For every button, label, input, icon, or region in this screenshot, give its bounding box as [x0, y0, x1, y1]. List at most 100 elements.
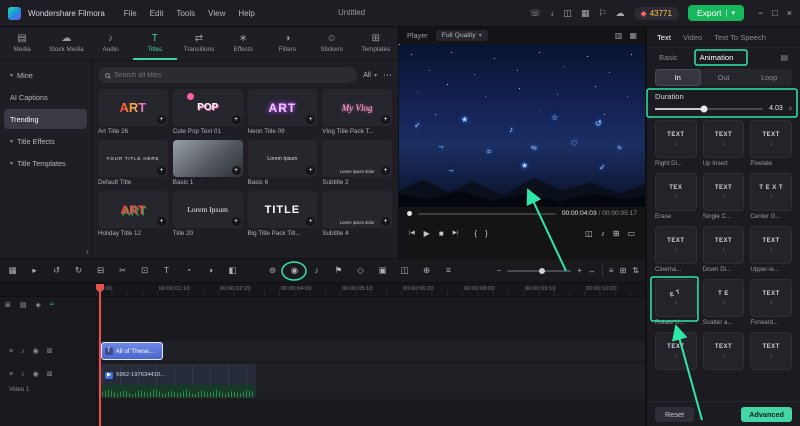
menu-help[interactable]: Help	[238, 9, 254, 18]
tab-templates[interactable]: ⊞ Templates	[354, 27, 398, 60]
sidebar-item-trending[interactable]: Trending	[4, 109, 87, 129]
minimize-button[interactable]: −	[758, 8, 763, 18]
title-item[interactable]: Lorem ipsum dolor + Subtitle 2	[322, 140, 392, 186]
aspect-ratio-icon[interactable]: ▭	[627, 229, 635, 238]
add-to-timeline-button[interactable]: +	[381, 217, 390, 226]
motion-track-icon[interactable]: ⊕	[420, 266, 433, 275]
keyframe-icon[interactable]: ◇	[354, 266, 367, 275]
seek-bar[interactable]	[418, 212, 556, 215]
title-item[interactable]: Lorem Ipsum + Basic 6	[247, 140, 318, 186]
display-settings-icon[interactable]: ▥	[615, 31, 623, 40]
menu-view[interactable]: View	[208, 9, 225, 18]
add-to-timeline-button[interactable]: +	[156, 166, 166, 175]
tab-stickers[interactable]: ☺ Stickers	[310, 27, 354, 60]
delete-icon[interactable]: ⊟	[94, 266, 107, 275]
previous-frame-button[interactable]: |◀	[409, 230, 415, 236]
marker-icon[interactable]: ⚑	[332, 266, 345, 275]
tab-titles[interactable]: T Titles	[133, 27, 177, 60]
menu-tools[interactable]: Tools	[176, 9, 195, 18]
export-caret-icon[interactable]: ▾	[725, 9, 735, 17]
tab-filters[interactable]: ◑ Filters	[265, 27, 309, 60]
mark-in-button[interactable]: {	[474, 229, 477, 238]
add-track-icon[interactable]: ⊞	[5, 301, 11, 309]
voiceover-icon[interactable]: ♪	[310, 266, 323, 275]
preset-item[interactable]: TEXT ↓	[702, 332, 745, 372]
menu-file[interactable]: File	[124, 9, 137, 18]
maximize-button[interactable]: □	[772, 8, 777, 18]
download-icon[interactable]: ↓	[550, 8, 555, 18]
preset-single-c[interactable]: TEXT ↓ Single C...	[702, 173, 745, 220]
list-view-icon[interactable]: ≡	[609, 266, 614, 275]
sidebar-item-mine[interactable]: ▾ Mine	[4, 65, 87, 85]
tab-text-to-speech[interactable]: Text To Speech	[714, 33, 766, 42]
search-box[interactable]	[98, 67, 358, 83]
preset-forward[interactable]: TEXT ↓ Forward...	[750, 279, 792, 326]
audio-mixer-icon[interactable]: ≡	[442, 266, 455, 275]
tab-video[interactable]: Video	[683, 33, 702, 42]
menu-edit[interactable]: Edit	[150, 9, 164, 18]
preset-upper-left[interactable]: TEXT ↓ Upper-le...	[750, 226, 792, 273]
undo-icon[interactable]: ↺	[50, 266, 63, 275]
track-height-icon[interactable]: ⇅	[632, 266, 639, 275]
filter-dropdown[interactable]: All ▾	[363, 72, 377, 79]
zoom-slider-thumb[interactable]	[539, 267, 546, 274]
preset-erase[interactable]: TEX ↓ Erase	[655, 173, 697, 220]
more-options-icon[interactable]: ⋯	[383, 70, 392, 81]
preset-rotate-up[interactable]: E T ↓ Rotate U...	[655, 279, 697, 326]
add-to-timeline-button[interactable]: +	[306, 166, 316, 175]
preset-item[interactable]: TEXT ↓	[655, 332, 697, 372]
zoom-out-icon[interactable]: −	[497, 266, 502, 275]
mask-icon[interactable]: ◧	[226, 266, 239, 275]
advanced-button[interactable]: Advanced	[741, 406, 792, 422]
mute-icon[interactable]: ♪	[21, 371, 25, 378]
text-clip[interactable]: T All of These...	[101, 342, 163, 360]
mute-icon[interactable]: ♪	[21, 348, 25, 355]
preset-down-dissolve[interactable]: TEXT ↓ Down Di...	[702, 226, 745, 273]
tab-effects[interactable]: ∗ Effects	[221, 27, 265, 60]
mark-out-button[interactable]: }	[485, 229, 488, 238]
display-grid-icon[interactable]: ▦	[629, 31, 637, 40]
crop-icon[interactable]: ⊡	[138, 266, 151, 275]
duration-value[interactable]: 4.03	[769, 105, 783, 112]
export-button[interactable]: Export ▾	[687, 5, 745, 21]
add-to-timeline-button[interactable]: +	[381, 115, 390, 124]
preset-scatter[interactable]: T E ↓ Scatter a...	[702, 279, 745, 326]
title-item[interactable]: Lorem ipsum dolor + Subtitle 4	[322, 191, 392, 237]
add-to-timeline-button[interactable]: +	[381, 166, 390, 175]
quality-dropdown[interactable]: Full Quality ▾	[435, 30, 488, 41]
sidebar-item-title-templates[interactable]: ▾ Title Templates	[4, 153, 87, 173]
panel-collapse-icon[interactable]: ‹	[86, 247, 89, 256]
anim-tab-out[interactable]: Out	[701, 69, 747, 86]
contact-icon[interactable]: ☏	[530, 8, 541, 18]
tab-transitions[interactable]: ⇄ Transitions	[177, 27, 221, 60]
subtab-animation[interactable]: Animation	[700, 53, 734, 62]
visibility-icon[interactable]: ◉	[33, 370, 39, 378]
close-button[interactable]: ×	[787, 8, 792, 18]
track-menu-icon[interactable]: ≡	[9, 348, 13, 355]
redo-icon[interactable]: ↻	[72, 266, 85, 275]
sidebar-item-title-effects[interactable]: ▾ Title Effects	[4, 131, 87, 151]
quick-text-icon[interactable]: T	[160, 266, 173, 275]
title-item[interactable]: YOUR TITLE HERE + Default Title	[98, 140, 168, 186]
tab-text[interactable]: Text	[657, 33, 671, 42]
auto-ripple-icon[interactable]: ≈	[50, 301, 54, 309]
title-item[interactable]: ART + Art Title 26	[98, 89, 168, 135]
title-item[interactable]: + Basic 1	[172, 140, 243, 186]
record-icon[interactable]: ◉	[288, 266, 301, 275]
seek-handle[interactable]	[407, 211, 412, 216]
preset-center-g[interactable]: T E X T ↓ Center G...	[750, 173, 792, 220]
title-item[interactable]: POP + Cute Pop Text 01	[172, 89, 243, 135]
anim-tab-in[interactable]: In	[655, 69, 701, 86]
title-item[interactable]: ART + Neon Title 09	[247, 89, 318, 135]
timeline-lanes[interactable]: T All of These... ▶ 6962-197634410...	[96, 297, 645, 426]
pip-icon[interactable]: ◫	[398, 266, 411, 275]
add-to-timeline-button[interactable]: +	[156, 217, 166, 226]
grid-view-icon[interactable]: ⊞	[620, 266, 627, 275]
add-to-timeline-button[interactable]: +	[306, 115, 316, 124]
lock-icon[interactable]: ⊠	[47, 370, 53, 378]
tab-stock-media[interactable]: ☁ Stock Media	[44, 27, 88, 60]
coin-balance[interactable]: ◆ 43771	[633, 6, 679, 20]
title-item[interactable]: ART + Holiday Title 12	[98, 191, 168, 237]
preset-pixelate[interactable]: TEXT ↓ Pixelate	[750, 120, 792, 167]
chroma-key-icon[interactable]: ▣	[376, 266, 389, 275]
